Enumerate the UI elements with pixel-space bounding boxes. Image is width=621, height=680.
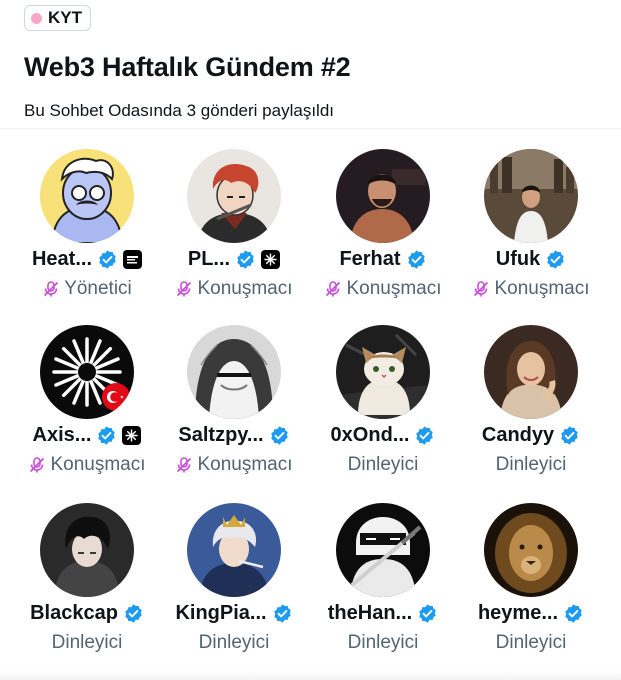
participant-role: Dinleyici [495,632,567,653]
participant-name: Axis... [32,423,92,446]
participant-name: Heat... [31,247,93,270]
verified-badge-icon [96,425,117,446]
participant-name: theHan... [327,601,413,624]
participant-name: Ufuk [495,247,541,270]
starburst-icon [261,249,281,269]
verified-badge-icon [417,603,438,624]
participant-role: Konuşmacı [197,454,293,475]
verified-badge-icon [123,603,144,624]
lion-avatar[interactable] [484,503,578,597]
verified-badge-icon [97,249,118,270]
starburst-flag-avatar[interactable] [40,325,134,419]
participant-role: Konuşmacı [346,278,442,299]
woman-portrait-avatar[interactable] [484,325,578,419]
mic-off-icon [28,456,46,474]
verified-badge-icon [406,249,427,270]
participant-role: Yönetici [64,278,132,299]
photo-man-avatar[interactable] [336,149,430,243]
participant-role: Konuşmacı [494,278,590,299]
participant-name: KingPia... [175,601,267,624]
cartoon-mustache-avatar[interactable] [40,149,134,243]
mic-off-icon [324,280,342,298]
anime-crown-avatar[interactable] [187,503,281,597]
photo-city-avatar[interactable] [484,149,578,243]
participant-grid: Heat... Yönetici PL... Konuşmacı Ferhat … [0,0,621,680]
mic-off-icon [472,280,490,298]
participant-role: Dinleyici [51,632,123,653]
starburst-icon [122,425,142,445]
anime-darkhair-avatar[interactable] [40,503,134,597]
participant-name: 0xOnd... [330,423,410,446]
hooded-figure-avatar[interactable] [187,325,281,419]
participant-role: Dinleyici [347,454,419,475]
participant-name: Blackcap [30,601,118,624]
participant-name: heyme... [477,601,559,624]
verified-badge-icon [272,603,293,624]
cat-avatar[interactable] [336,325,430,419]
participant-role: Konuşmacı [50,454,146,475]
verified-badge-icon [269,425,290,446]
verified-badge-icon [414,425,435,446]
mic-off-icon [175,456,193,474]
verified-badge-icon [235,249,256,270]
participant-name: Ferhat [339,247,401,270]
verified-badge-icon [545,249,566,270]
participant-role: Konuşmacı [197,278,293,299]
mic-off-icon [175,280,193,298]
ninja-avatar[interactable] [336,503,430,597]
participant-name: Candyy [481,423,555,446]
participant-role: Dinleyici [495,454,567,475]
participant-card[interactable]: Ufuk Konuşmacı [451,149,611,309]
next-row-hint [0,670,621,680]
mic-off-icon [42,280,60,298]
verified-badge-icon [559,425,580,446]
badge-text-icon [123,249,143,269]
participant-role: Dinleyici [347,632,419,653]
participant-name: PL... [187,247,231,270]
participant-role: Dinleyici [198,632,270,653]
verified-badge-icon [563,603,584,624]
participant-card[interactable]: Candyy Dinleyici [451,325,611,485]
participant-name: Saltzpy... [178,423,264,446]
anime-redhair-avatar[interactable] [187,149,281,243]
participant-card[interactable]: heyme... Dinleyici [451,503,611,663]
